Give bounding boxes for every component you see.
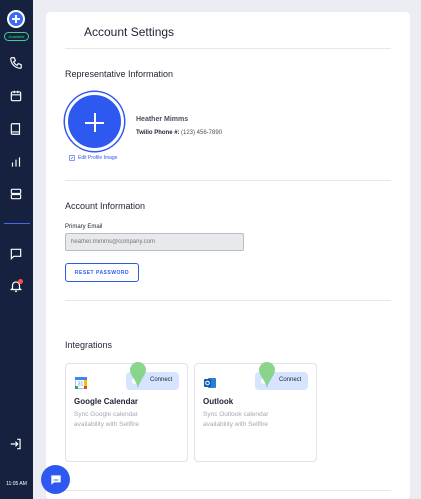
email-field[interactable] bbox=[65, 233, 244, 251]
chart-icon[interactable] bbox=[9, 155, 23, 169]
calendar-icon[interactable] bbox=[9, 89, 23, 103]
sidebar: Available 11:05 AM bbox=[0, 0, 33, 499]
book-icon[interactable] bbox=[9, 122, 23, 136]
integration-card-google: 31 Connect Google Calendar Sync Google c… bbox=[65, 362, 188, 462]
divider bbox=[65, 300, 391, 301]
server-icon[interactable] bbox=[9, 187, 23, 201]
divider bbox=[65, 48, 391, 49]
integration-card-outlook: Connect Outlook Sync Outlook calendar av… bbox=[194, 362, 317, 462]
representative-heading: Representative Information bbox=[65, 69, 174, 79]
divider bbox=[65, 180, 391, 181]
logout-icon[interactable] bbox=[9, 437, 23, 451]
add-icon[interactable] bbox=[7, 10, 25, 28]
phone-label: Twilio Phone #: bbox=[136, 130, 180, 136]
page-title: Account Settings bbox=[84, 25, 175, 39]
integrations-heading: Integrations bbox=[65, 340, 113, 350]
edit-profile-image-link[interactable]: Edit Profile Image bbox=[69, 155, 117, 161]
chat-bubble-icon bbox=[50, 474, 61, 485]
clock-time: 11:05 AM bbox=[6, 481, 27, 487]
phone-icon[interactable] bbox=[9, 56, 23, 70]
connect-toggle-outlook[interactable]: Connect bbox=[255, 362, 308, 390]
rep-name: Heather Mimms bbox=[136, 116, 189, 123]
sidebar-divider bbox=[4, 223, 30, 224]
integration-name: Outlook bbox=[203, 397, 234, 406]
edit-profile-label[interactable]: Edit Profile Image bbox=[78, 155, 117, 161]
phone-value: (123) 456-7890 bbox=[181, 130, 223, 136]
google-calendar-icon: 31 bbox=[74, 376, 88, 390]
connect-toggle-google[interactable]: Connect bbox=[126, 362, 179, 390]
divider bbox=[65, 490, 391, 491]
profile-avatar[interactable] bbox=[65, 92, 124, 151]
edit-icon bbox=[69, 155, 75, 161]
account-heading: Account Information bbox=[65, 201, 146, 211]
email-label: Primary Email bbox=[65, 224, 103, 230]
availability-badge[interactable]: Available bbox=[4, 32, 29, 41]
chat-icon[interactable] bbox=[9, 247, 23, 261]
connect-label: Connect bbox=[150, 377, 173, 383]
connect-label: Connect bbox=[279, 377, 302, 383]
outlook-icon bbox=[204, 376, 216, 388]
location-pin-icon bbox=[130, 362, 146, 388]
integration-description: Sync Outlook calendar availability with … bbox=[203, 411, 269, 428]
integration-description: Sync Google calendar availability with S… bbox=[74, 411, 140, 428]
reset-password-button[interactable]: RESET PASSWORD bbox=[65, 263, 139, 282]
notification-badge bbox=[18, 279, 23, 284]
location-pin-icon bbox=[259, 362, 275, 388]
integration-name: Google Calendar bbox=[74, 397, 139, 406]
chat-launcher-button[interactable] bbox=[41, 465, 70, 494]
svg-text:31: 31 bbox=[78, 382, 84, 388]
